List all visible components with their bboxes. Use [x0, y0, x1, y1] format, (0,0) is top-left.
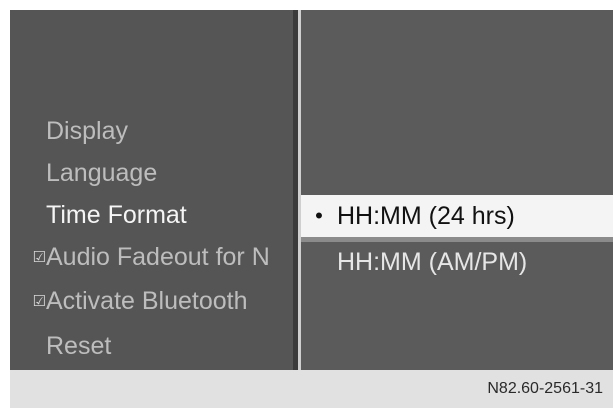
menu-item-label: Audio Fadeout for N: [46, 242, 270, 271]
menu-item-display[interactable]: Display: [10, 110, 293, 152]
option-am-pm[interactable]: HH:MM (AM/PM): [301, 241, 613, 283]
settings-menu: Display Language Time Format ☑ Audio Fad…: [10, 10, 293, 370]
menu-item-audio-fadeout[interactable]: ☑ Audio Fadeout for N: [10, 236, 293, 278]
menu-item-label: Display: [46, 116, 128, 145]
option-24-hrs[interactable]: • HH:MM (24 hrs): [301, 195, 613, 242]
settings-screen: Display Language Time Format ☑ Audio Fad…: [10, 10, 613, 370]
checkbox-checked-icon: ☑: [32, 292, 46, 310]
option-label: HH:MM (AM/PM): [337, 247, 528, 276]
time-format-options: • HH:MM (24 hrs) HH:MM (AM/PM): [301, 10, 613, 370]
figure-code: N82.60-2561-31: [487, 380, 603, 397]
menu-item-reset[interactable]: Reset: [10, 325, 293, 367]
figure-footer: N82.60-2561-31: [10, 370, 613, 408]
menu-item-time-format[interactable]: Time Format: [10, 194, 293, 236]
menu-item-label: Language: [46, 158, 158, 187]
selected-bullet-icon: •: [315, 203, 323, 228]
menu-item-language[interactable]: Language: [10, 152, 293, 194]
menu-item-label: Reset: [46, 331, 112, 360]
menu-item-label: Time Format: [46, 200, 187, 229]
menu-item-label: Activate Bluetooth: [46, 286, 248, 315]
menu-item-activate-bluetooth[interactable]: ☑ Activate Bluetooth: [10, 280, 293, 322]
checkbox-checked-icon: ☑: [32, 248, 46, 266]
option-label: HH:MM (24 hrs): [337, 201, 515, 230]
